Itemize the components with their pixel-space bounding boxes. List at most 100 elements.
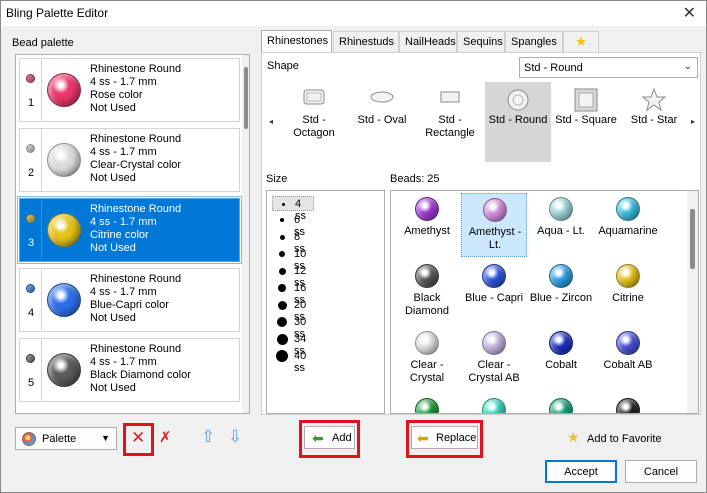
palette-item-size: 4 ss - 1.7 mm	[90, 146, 157, 158]
bead-option[interactable]: Clear - Crystal AB	[461, 327, 527, 391]
shape-item-octagon[interactable]: Std - Octagon	[281, 82, 347, 162]
tab-spangles[interactable]: Spangles	[505, 31, 563, 52]
size-option[interactable]: 6 ss	[272, 213, 314, 238]
color-dot-icon	[26, 144, 35, 153]
size-option[interactable]: 10 ss	[272, 247, 314, 272]
beads-scrollbar[interactable]	[687, 191, 698, 413]
bead-option[interactable]: Blue - Capri	[461, 260, 527, 324]
palette-item-size: 4 ss - 1.7 mm	[90, 286, 157, 298]
scrollbar-thumb[interactable]	[244, 67, 248, 129]
palette-item[interactable]: 5 Rhinestone Round 4 ss - 1.7 mm Black D…	[19, 338, 240, 402]
shape-item-star[interactable]: Std - Star	[621, 82, 687, 162]
bead-option[interactable]: Cobalt AB	[595, 327, 661, 391]
bead-gem-icon	[483, 198, 507, 222]
bead-option-label: Amethyst - Lt.	[468, 226, 522, 251]
shape-item-oval[interactable]: Std - Oval	[349, 82, 415, 162]
delete-all-icon[interactable]: ✗	[159, 430, 172, 446]
palette-item[interactable]: 2 Rhinestone Round 4 ss - 1.7 mm Clear-C…	[19, 128, 240, 192]
add-to-favorite-link[interactable]: Add to Favorite	[587, 433, 662, 445]
scroll-left-icon[interactable]: ◂	[269, 117, 273, 126]
bead-option-label: Blue - Zircon	[529, 292, 593, 304]
palette-scrollbar[interactable]	[242, 55, 249, 413]
bead-option[interactable]: Aquamarine	[595, 193, 661, 257]
bead-gem-icon	[482, 398, 506, 413]
palette-item[interactable]: 4 Rhinestone Round 4 ss - 1.7 mm Blue-Ca…	[19, 268, 240, 332]
shape-item-round[interactable]: Std - Round	[485, 82, 551, 162]
favorite-star-icon[interactable]: ★	[567, 429, 580, 446]
bead-option[interactable]: Amethyst - Lt.	[461, 193, 527, 257]
bead-option-label: Amethyst	[404, 225, 450, 237]
size-dot-icon	[276, 333, 288, 345]
bead-gem-icon	[415, 264, 439, 288]
bead-option-label: Blue - Capri	[464, 292, 524, 304]
shape-item-label: Std - Square	[555, 114, 617, 126]
size-option[interactable]: 12 ss	[272, 264, 314, 289]
palette-item-name: Rhinestone Round	[90, 133, 182, 145]
palette-item[interactable]: 1 Rhinestone Round 4 ss - 1.7 mm Rose co…	[19, 58, 240, 122]
size-list[interactable]: 4 ss 6 ss 8 ss 10 ss 12 ss 16 ss 20 ss 3…	[266, 190, 385, 414]
scrollbar-thumb[interactable]	[690, 209, 695, 269]
size-option[interactable]: 4 ss	[272, 196, 314, 222]
bead-option[interactable]: Aqua - Lt.	[528, 193, 594, 257]
bead-option[interactable]: Blue - Zircon	[528, 260, 594, 324]
add-button[interactable]: ⬅ Add	[304, 426, 355, 449]
shape-item-rectangle[interactable]: Std - Rectangle	[417, 82, 483, 162]
replace-button-label: Replace	[436, 432, 477, 444]
size-option[interactable]: 16 ss	[272, 281, 314, 306]
accept-button[interactable]: Accept	[545, 460, 617, 483]
size-option[interactable]: 30 ss	[272, 315, 314, 340]
bead-option-label: Clear - Crystal	[409, 359, 445, 384]
size-option[interactable]: 40 ss	[272, 349, 314, 374]
replace-button[interactable]: ⬅ Replace	[411, 426, 478, 449]
rhinestone-gem-icon	[47, 73, 81, 107]
beads-list[interactable]: Amethyst Amethyst - Lt. Aqua - Lt. Aquam…	[390, 190, 699, 414]
shape-label: Shape	[267, 60, 299, 72]
bead-option[interactable]: Amethyst	[394, 193, 460, 257]
cancel-button[interactable]: Cancel	[625, 460, 697, 483]
tab-rhinestuds[interactable]: Rhinestuds	[333, 31, 399, 52]
palette-item-size: 4 ss - 1.7 mm	[90, 356, 157, 368]
bead-option-label: Citrine	[612, 292, 644, 304]
scroll-right-icon[interactable]: ▸	[691, 117, 695, 126]
move-up-icon[interactable]: ⇧	[201, 428, 215, 445]
bead-option[interactable]: Clear - Crystal	[394, 327, 460, 391]
color-dot-icon	[26, 74, 35, 83]
bead-option[interactable]	[528, 394, 594, 413]
palette-combo-label: Palette	[42, 433, 77, 445]
palette-item-number: 4	[27, 307, 35, 319]
palette-item-name: Rhinestone Round	[90, 273, 182, 285]
tab-nailheads[interactable]: NailHeads	[399, 31, 457, 52]
bead-option[interactable]	[394, 394, 460, 413]
delete-icon[interactable]: ✕	[131, 429, 145, 446]
bead-option-label: Cobalt	[545, 359, 577, 371]
shape-item-square[interactable]: Std - Square	[553, 82, 619, 162]
tab-rhinestones[interactable]: Rhinestones	[261, 30, 332, 53]
bead-gem-icon	[415, 331, 439, 355]
bead-gem-icon	[549, 197, 573, 221]
bead-option-label: Cobalt AB	[603, 359, 653, 371]
star-icon	[641, 88, 667, 112]
tab-sequins[interactable]: Sequins	[457, 31, 505, 52]
bead-option[interactable]: Cobalt	[528, 327, 594, 391]
size-option[interactable]: 34 ss	[272, 332, 314, 357]
bead-option[interactable]: Citrine	[595, 260, 661, 324]
bead-option[interactable]: Black Diamond	[394, 260, 460, 324]
size-option[interactable]: 8 ss	[272, 230, 314, 255]
shape-select[interactable]: Std - Round ⌄	[519, 57, 698, 78]
rhinestone-gem-icon	[47, 353, 81, 387]
close-icon[interactable]: ✕	[683, 3, 696, 23]
palette-item[interactable]: 3 Rhinestone Round 4 ss - 1.7 mm Citrine…	[17, 196, 242, 264]
palette-item-name: Rhinestone Round	[90, 63, 182, 75]
shape-item-label: Std - Round	[488, 114, 548, 126]
palette-item-index-cell: 5	[20, 339, 42, 401]
shape-item-label: Std - Oval	[357, 114, 407, 126]
bead-gem-icon	[415, 197, 439, 221]
bead-option[interactable]	[595, 394, 661, 413]
bead-palette-list[interactable]: 1 Rhinestone Round 4 ss - 1.7 mm Rose co…	[15, 54, 250, 414]
color-dot-icon	[26, 354, 35, 363]
palette-combo[interactable]: Palette ▼	[15, 427, 117, 450]
tab-favorites-star-icon[interactable]: ★	[563, 31, 599, 52]
move-down-icon[interactable]: ⇩	[228, 428, 242, 445]
size-option[interactable]: 20 ss	[272, 298, 314, 323]
bead-option[interactable]	[461, 394, 527, 413]
